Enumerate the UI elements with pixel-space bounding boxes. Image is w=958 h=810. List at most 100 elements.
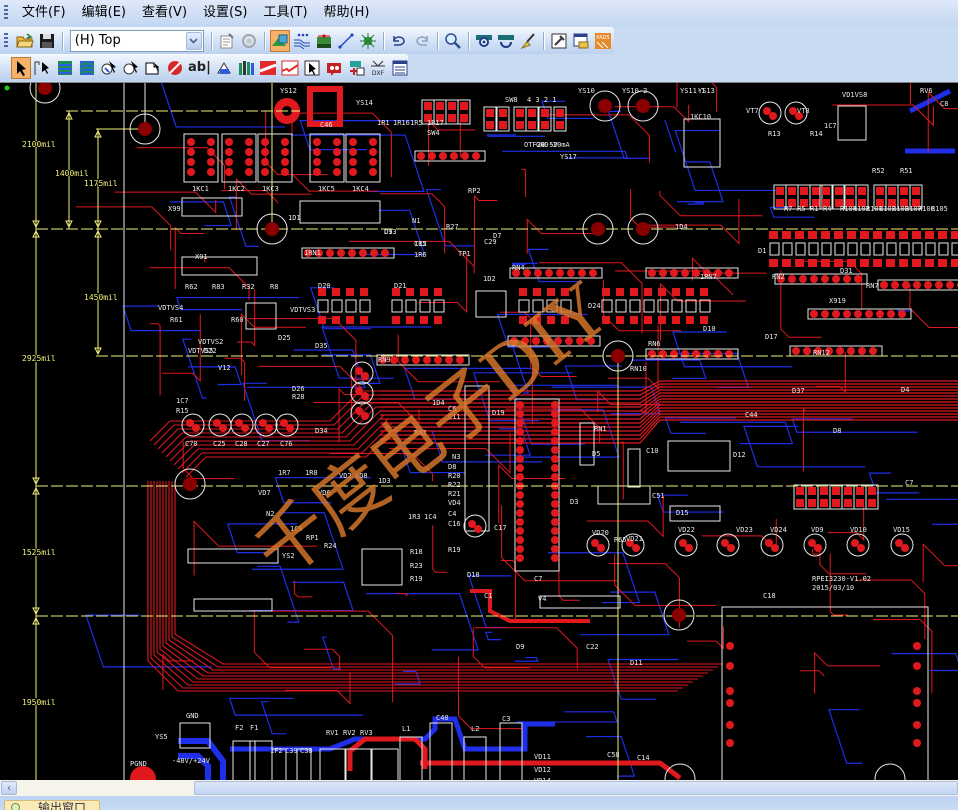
- text-button[interactable]: ab|: [187, 57, 212, 79]
- refdes-label: GND: [186, 712, 199, 720]
- undo-button[interactable]: [389, 30, 409, 52]
- menu-bar: 文件(F) 编辑(E) 查看(V) 设置(S) 工具(T) 帮助(H): [0, 0, 958, 26]
- via-pad: [313, 158, 321, 166]
- window-button[interactable]: [571, 30, 591, 52]
- route-toolbar-button[interactable]: [292, 30, 312, 52]
- eco-toolbar-button[interactable]: [358, 30, 378, 52]
- via-pad: [726, 739, 734, 747]
- menu-setup[interactable]: 设置(S): [195, 2, 255, 24]
- via-pad: [261, 158, 269, 166]
- copper-button[interactable]: [55, 57, 75, 79]
- copper-cutout-button[interactable]: [77, 57, 97, 79]
- design-toolbar-button[interactable]: [269, 29, 291, 52]
- smd-pad: [360, 288, 368, 296]
- ref-des-icon: [349, 60, 365, 75]
- open-folder-icon: [15, 32, 34, 47]
- open-button[interactable]: [15, 30, 35, 52]
- refdes-label: R19: [448, 546, 461, 554]
- hyperlinks-button[interactable]: [549, 30, 569, 52]
- select-mode-button[interactable]: [11, 56, 31, 79]
- refdes-label: D20: [318, 282, 331, 290]
- keepout-button[interactable]: [143, 57, 163, 79]
- refdes-label: RN4: [512, 264, 525, 272]
- board-outline-button[interactable]: [99, 57, 119, 79]
- component-button[interactable]: [324, 57, 344, 79]
- properties-button[interactable]: [217, 30, 237, 52]
- dimension-toolbar-button[interactable]: [314, 30, 334, 52]
- keepout-cutout-button[interactable]: [165, 57, 185, 79]
- from-library-button[interactable]: [214, 57, 234, 79]
- refdes-label: C51: [652, 492, 665, 500]
- smd-pad: [346, 316, 354, 324]
- pcb-design-canvas[interactable]: 2100mil 1400mil 1175mil 1450mil 2925mil 1525m…: [0, 82, 958, 780]
- refdes-label: L2: [471, 725, 479, 733]
- redraw-button[interactable]: [496, 30, 516, 52]
- refdes-label: SW4: [427, 129, 440, 137]
- menubar-grip[interactable]: [4, 5, 8, 21]
- menu-help[interactable]: 帮助(H): [316, 2, 378, 24]
- board-cutout-button[interactable]: [121, 57, 141, 79]
- smd-pad: [672, 288, 680, 296]
- pads-logo-button[interactable]: PADS: [593, 30, 613, 52]
- via-pad: [821, 310, 829, 318]
- refdes-label: 1R7: [278, 469, 291, 477]
- smd-pad: [860, 231, 868, 239]
- redo-button[interactable]: [412, 30, 432, 52]
- refdes-label: D10: [703, 325, 716, 333]
- chevron-down-icon[interactable]: [185, 31, 202, 50]
- dxf-import-button[interactable]: DXF: [368, 57, 388, 79]
- refdes-label: R18: [410, 548, 423, 556]
- layer-select[interactable]: (H) Top: [69, 29, 204, 52]
- horizontal-scrollbar[interactable]: ‹: [0, 780, 958, 796]
- menu-edit[interactable]: 编辑(E): [74, 2, 134, 24]
- plane-cutout-button[interactable]: [280, 57, 300, 79]
- via-pad: [369, 168, 377, 176]
- toolbar-separator: [467, 31, 469, 50]
- top-trace: [526, 218, 598, 254]
- via-pad: [913, 281, 921, 289]
- 2d-line-button[interactable]: [33, 57, 53, 79]
- output-window-tab[interactable]: 输出窗口: [4, 800, 100, 810]
- refdes-label: D15: [676, 509, 689, 517]
- library-books-button[interactable]: [236, 57, 256, 79]
- drafting-toolbar-button[interactable]: [336, 30, 356, 52]
- refdes-label: C70: [185, 440, 198, 448]
- refdes-label: RN10: [630, 365, 647, 373]
- via-pad: [261, 168, 269, 176]
- pcb-layout-svg[interactable]: 2100mil 1400mil1175mil 1450mil 2925mil 1525m…: [0, 83, 958, 780]
- component-outline: [886, 242, 897, 256]
- bottom-trace: [579, 591, 670, 636]
- scroll-left-button[interactable]: ‹: [1, 781, 17, 795]
- refdes-label: R13: [768, 130, 781, 138]
- via-pad: [245, 148, 253, 156]
- zoom-button[interactable]: [443, 30, 463, 52]
- via-pad: [349, 158, 357, 166]
- smd-pad: [796, 487, 804, 495]
- refdes-label: R4: [823, 205, 831, 213]
- refresh-button[interactable]: [239, 30, 259, 52]
- refdes-label: R28: [292, 393, 305, 401]
- scrollbar-thumb[interactable]: [194, 781, 958, 795]
- plane-area-button[interactable]: [258, 57, 278, 79]
- menu-file[interactable]: 文件(F): [14, 2, 74, 24]
- smd-pad: [834, 259, 842, 267]
- via-pad: [241, 424, 249, 432]
- list-button[interactable]: [390, 57, 410, 79]
- via-pad: [516, 536, 524, 544]
- via-pad: [901, 544, 909, 552]
- via-pad: [349, 148, 357, 156]
- menu-view[interactable]: 查看(V): [134, 2, 195, 24]
- refdes-label: VD7: [258, 489, 271, 497]
- menu-tools[interactable]: 工具(T): [255, 2, 315, 24]
- view-nets-button[interactable]: [474, 30, 494, 52]
- bottom-trace: [516, 711, 618, 723]
- refdes-label: VD22: [678, 526, 695, 534]
- decal-button[interactable]: [302, 57, 322, 79]
- cleanup-button[interactable]: [518, 30, 538, 52]
- toolbar-grip[interactable]: [4, 32, 8, 49]
- bus-trace: [153, 481, 688, 686]
- save-button[interactable]: [37, 30, 57, 52]
- smd-pad: [616, 288, 624, 296]
- component-outline: [671, 299, 683, 313]
- ref-des-button[interactable]: [346, 57, 366, 79]
